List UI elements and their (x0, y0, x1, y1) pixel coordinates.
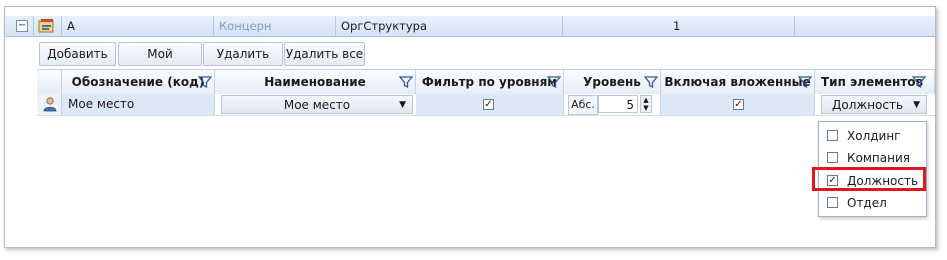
group-col-concern: Концерн (219, 19, 272, 33)
collapse-button[interactable]: − (16, 20, 28, 32)
include-nested-checkbox[interactable]: ✓ (733, 99, 744, 110)
header-filter-levels-label: Фильтр по уровням (421, 75, 558, 89)
add-button[interactable]: Добавить (39, 42, 116, 66)
filter-icon[interactable] (547, 75, 561, 89)
header-code-label: Обозначение (код) (71, 75, 205, 89)
header-name-label: Наименование (264, 75, 366, 89)
delete-button[interactable]: Удалить (203, 42, 283, 66)
header-indicator (37, 70, 62, 94)
stepper-down-icon[interactable]: ▼ (641, 104, 651, 112)
filter-icon[interactable] (798, 75, 812, 89)
cell-include-nested[interactable]: ✓ (661, 94, 815, 115)
level-mode-field[interactable]: Абс. (568, 95, 598, 115)
highlight-box (812, 167, 926, 191)
name-select[interactable]: Мое место ▼ (221, 95, 413, 114)
filter-icon[interactable] (399, 75, 413, 89)
element-type-select-value: Должность (832, 98, 904, 112)
cell-filter-levels[interactable]: ✓ (416, 94, 564, 115)
table-row[interactable]: Мое место Мое место ▼ ✓ Абс. 5 ▲ ▼ ✓ Дол… (37, 94, 935, 116)
option-label: Компания (847, 151, 910, 165)
group-col-a: А (67, 19, 75, 33)
cell-code[interactable]: Мое место (62, 94, 215, 115)
row-indicator (37, 94, 62, 115)
option-checkbox[interactable] (827, 130, 838, 141)
chevron-down-icon: ▼ (399, 100, 406, 110)
group-icon (38, 18, 56, 34)
grid-header: Обозначение (код) Наименование Фильтр по… (37, 69, 935, 95)
filter-icon[interactable] (644, 75, 658, 89)
group-col-num: 1 (673, 19, 681, 33)
form-frame: − А Концерн ОргСтруктура 1 Добавить Мой … (4, 6, 936, 248)
header-code[interactable]: Обозначение (код) (62, 70, 215, 94)
header-element-types-label: Тип элементов (821, 75, 924, 89)
group-row[interactable]: − А Концерн ОргСтруктура 1 (5, 16, 935, 37)
header-include-nested[interactable]: Включая вложенные (661, 70, 815, 94)
filter-levels-checkbox[interactable]: ✓ (483, 99, 494, 110)
element-type-select[interactable]: Должность ▼ (821, 95, 927, 114)
chevron-down-icon: ▼ (913, 100, 920, 110)
level-stepper[interactable]: ▲ ▼ (640, 95, 652, 113)
cell-level[interactable]: Абс. 5 ▲ ▼ (564, 94, 661, 115)
my-element-button[interactable]: Мой элемент (118, 42, 202, 83)
option-label: Холдинг (847, 129, 901, 143)
header-filter-levels[interactable]: Фильтр по уровням (416, 70, 564, 94)
cell-code-value: Мое место (68, 97, 135, 111)
option-label: Отдел (847, 196, 887, 210)
group-col-org: ОргСтруктура (341, 19, 428, 33)
option-checkbox[interactable] (827, 152, 838, 163)
user-icon (43, 97, 57, 112)
filter-icon[interactable] (198, 75, 212, 89)
option-checkbox[interactable] (827, 197, 838, 208)
level-value-input[interactable]: 5 (598, 95, 638, 113)
stepper-up-icon[interactable]: ▲ (641, 96, 651, 104)
header-include-nested-label: Включая вложенные (664, 75, 811, 89)
header-level-label: Уровень (583, 75, 641, 89)
delete-all-button[interactable]: Удалить все (284, 42, 365, 66)
header-name[interactable]: Наименование (215, 70, 416, 94)
name-select-value: Мое место (283, 98, 351, 112)
filter-icon[interactable] (912, 75, 926, 89)
